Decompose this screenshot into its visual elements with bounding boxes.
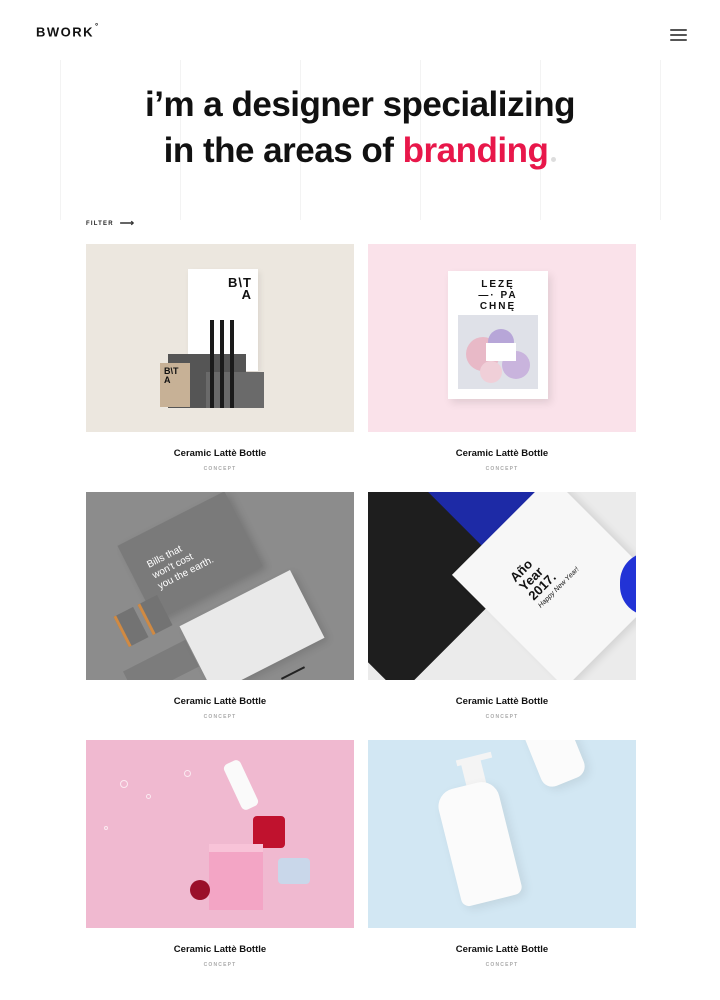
hero-accent-word: branding [402, 131, 549, 170]
card-title[interactable]: Ceramic Lattè Bottle [86, 448, 354, 459]
hamburger-icon[interactable] [670, 29, 687, 43]
card-category: CONCEPT [485, 466, 519, 472]
filter-button[interactable]: FILTER ⟶ [86, 218, 136, 229]
portfolio-thumbnail[interactable]: Año Year 2017. Happy New Year! [368, 492, 636, 680]
thumbnail-art-text: Bills that won't cost you the earth. [145, 543, 216, 592]
pink-cube [209, 852, 263, 910]
portfolio-card[interactable]: Ceramic Lattè Bottle CONCEPT [368, 740, 636, 968]
small-bottle-image [521, 740, 589, 791]
portfolio-card[interactable]: Ceramic Lattè Bottle CONCEPT [86, 740, 354, 968]
portfolio-card[interactable]: Bills that won't cost you the earth. Cer… [86, 492, 354, 720]
card-category: CONCEPT [203, 466, 237, 472]
portfolio-thumbnail[interactable]: Bills that won't cost you the earth. [86, 492, 354, 680]
card-category: CONCEPT [203, 962, 237, 968]
card-title[interactable]: Ceramic Lattè Bottle [368, 448, 636, 459]
pencil [230, 320, 234, 408]
pump-bottle-image [434, 778, 524, 908]
thumbnail-art-text-small: B\T A [164, 366, 179, 385]
business-card-image: B\T A [160, 363, 190, 407]
floral-illustration [458, 315, 538, 389]
portfolio-card[interactable]: B\T A B\T A Ceramic Lattè Bottle CONCEPT [86, 244, 354, 472]
hero-heading: i’m a designer specializing in the areas… [0, 82, 720, 174]
stone-block [206, 372, 264, 408]
portfolio-thumbnail[interactable]: B\T A B\T A [86, 244, 354, 432]
card-category: CONCEPT [485, 714, 519, 720]
card-title[interactable]: Ceramic Lattè Bottle [368, 944, 636, 955]
hero-line-2-prefix: in the areas of [163, 131, 403, 170]
portfolio-thumbnail[interactable] [86, 740, 354, 928]
card-category: CONCEPT [485, 962, 519, 968]
accent-dot [551, 157, 557, 162]
card-category: CONCEPT [203, 714, 237, 720]
logo-mark: ° [95, 22, 100, 31]
poster-image: LEZĘ —· PA CHNĘ [448, 271, 548, 399]
hero-line-1: i’m a designer specializing [145, 85, 575, 124]
logo[interactable]: BWORK° [36, 22, 100, 40]
portfolio-card[interactable]: Año Year 2017. Happy New Year! Ceramic L… [368, 492, 636, 720]
logo-text: BWORK [36, 24, 95, 40]
pencil [220, 320, 224, 408]
pen-image [280, 666, 306, 680]
portfolio-thumbnail[interactable]: LEZĘ —· PA CHNĘ [368, 244, 636, 432]
blue-cylinder [278, 858, 310, 884]
thumbnail-art-text: LEZĘ —· PA CHNĘ [478, 279, 518, 312]
card-title[interactable]: Ceramic Lattè Bottle [368, 696, 636, 707]
portfolio-thumbnail[interactable] [368, 740, 636, 928]
card-title[interactable]: Ceramic Lattè Bottle [86, 944, 354, 955]
thumbnail-art-text: B\T A [228, 275, 252, 302]
pump-bottle-image [222, 758, 260, 812]
hero-line-2: in the areas of branding [0, 128, 720, 174]
filter-label: FILTER [86, 221, 114, 227]
tray-image [123, 639, 199, 680]
red-ball [190, 880, 210, 900]
portfolio-card[interactable]: LEZĘ —· PA CHNĘ Ceramic Lattè Bottle CON… [368, 244, 636, 472]
arrow-right-icon: ⟶ [119, 218, 136, 229]
pencil [210, 320, 214, 408]
card-title[interactable]: Ceramic Lattè Bottle [86, 696, 354, 707]
